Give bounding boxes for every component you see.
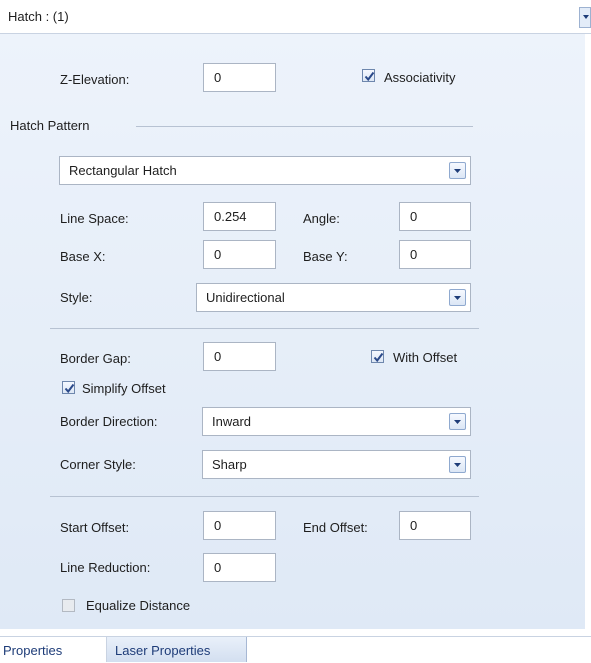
angle-label: Angle: xyxy=(303,211,340,226)
style-label: Style: xyxy=(60,290,93,305)
chevron-down-icon xyxy=(454,169,461,173)
chevron-down-icon xyxy=(454,296,461,300)
style-dropdown[interactable]: Unidirectional xyxy=(196,283,471,312)
chevron-down-icon xyxy=(454,420,461,424)
base-x-input[interactable]: 0 xyxy=(203,240,276,269)
properties-panel: Z-Elevation: 0 Associativity Hatch Patte… xyxy=(0,34,585,629)
corner-style-value: Sharp xyxy=(212,457,247,472)
simplify-offset-label: Simplify Offset xyxy=(82,381,166,396)
border-direction-label: Border Direction: xyxy=(60,414,158,429)
header-title: Hatch : (1) xyxy=(8,9,69,24)
tab-laser-properties-label: Laser Properties xyxy=(115,643,211,658)
base-y-label: Base Y: xyxy=(303,249,348,264)
hatch-pattern-dropdown[interactable]: Rectangular Hatch xyxy=(59,156,471,185)
associativity-label: Associativity xyxy=(384,70,456,85)
corner-style-dropdown-button[interactable] xyxy=(449,456,466,473)
section-divider xyxy=(50,328,479,329)
style-value: Unidirectional xyxy=(206,290,285,305)
base-y-input[interactable]: 0 xyxy=(399,240,471,269)
checkmark-icon xyxy=(373,352,384,363)
base-x-label: Base X: xyxy=(60,249,106,264)
section-divider xyxy=(50,496,479,497)
style-dropdown-button[interactable] xyxy=(449,289,466,306)
tab-bar: Properties Laser Properties xyxy=(0,636,591,663)
border-direction-dropdown-button[interactable] xyxy=(449,413,466,430)
border-gap-label: Border Gap: xyxy=(60,351,131,366)
with-offset-label: With Offset xyxy=(393,350,458,365)
line-reduction-label: Line Reduction: xyxy=(60,560,151,575)
checkmark-icon xyxy=(64,383,75,394)
border-direction-value: Inward xyxy=(212,414,252,429)
start-offset-label: Start Offset: xyxy=(60,520,130,535)
line-space-input[interactable]: 0.254 xyxy=(203,202,276,231)
checkmark-icon xyxy=(364,71,375,82)
with-offset-checkbox[interactable] xyxy=(371,350,384,363)
associativity-checkbox[interactable] xyxy=(362,69,375,82)
end-offset-input[interactable]: 0 xyxy=(399,511,471,540)
z-elevation-label: Z-Elevation: xyxy=(60,72,130,87)
hatch-pattern-dropdown-button[interactable] xyxy=(449,162,466,179)
z-elevation-input[interactable]: 0 xyxy=(203,63,276,92)
tab-properties[interactable]: Properties xyxy=(0,637,107,662)
corner-style-dropdown[interactable]: Sharp xyxy=(202,450,471,479)
simplify-offset-checkbox[interactable] xyxy=(62,381,75,394)
chevron-down-icon xyxy=(454,463,461,467)
equalize-distance-checkbox[interactable] xyxy=(62,599,75,612)
border-direction-dropdown[interactable]: Inward xyxy=(202,407,471,436)
properties-header: Hatch : (1) xyxy=(0,0,591,34)
equalize-distance-label: Equalize Distance xyxy=(86,598,191,613)
start-offset-input[interactable]: 0 xyxy=(203,511,276,540)
chevron-down-icon xyxy=(583,15,589,19)
hatch-pattern-value: Rectangular Hatch xyxy=(69,163,177,178)
angle-input[interactable]: 0 xyxy=(399,202,471,231)
hatch-pattern-section-title: Hatch Pattern xyxy=(10,118,90,133)
tab-properties-label: Properties xyxy=(3,643,63,658)
line-reduction-input[interactable]: 0 xyxy=(203,553,276,582)
end-offset-label: End Offset: xyxy=(303,520,368,535)
tab-laser-properties[interactable]: Laser Properties xyxy=(107,637,247,662)
header-dropdown-button[interactable] xyxy=(579,7,591,28)
corner-style-label: Corner Style: xyxy=(60,457,136,472)
border-gap-input[interactable]: 0 xyxy=(203,342,276,371)
section-divider xyxy=(136,126,473,127)
line-space-label: Line Space: xyxy=(60,211,129,226)
